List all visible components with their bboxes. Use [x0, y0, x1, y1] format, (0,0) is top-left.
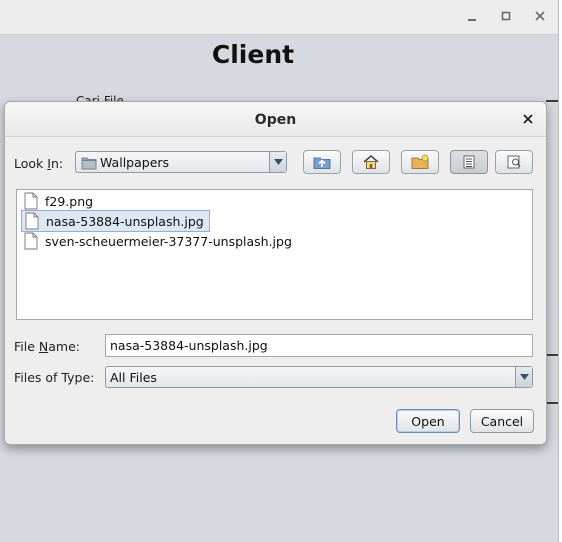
file-icon — [25, 212, 39, 230]
folder-up-icon — [313, 157, 331, 169]
home-icon — [363, 155, 379, 169]
new-folder-icon — [411, 154, 429, 169]
chevron-down-icon[interactable] — [515, 367, 532, 387]
list-view-button[interactable] — [450, 150, 488, 174]
file-type-combo[interactable]: All Files — [105, 366, 533, 388]
minimize-icon[interactable] — [462, 6, 482, 26]
file-icon — [24, 192, 38, 210]
window-titlebar[interactable] — [0, 0, 558, 35]
maximize-icon[interactable] — [496, 6, 516, 26]
close-icon[interactable] — [520, 111, 536, 127]
background-edge — [546, 100, 558, 542]
file-name-label: File Name: — [14, 339, 80, 354]
chevron-down-icon[interactable] — [269, 152, 286, 172]
look-in-label: Look In: — [14, 156, 64, 171]
open-button[interactable]: Open — [396, 409, 460, 433]
list-item[interactable]: sven-scheuermeier-37377-unsplash.jpg — [21, 231, 297, 251]
dialog-titlebar[interactable]: Open — [5, 102, 546, 137]
look-in-value: Wallpapers — [100, 155, 170, 170]
close-icon[interactable] — [530, 6, 550, 26]
home-button[interactable] — [352, 150, 390, 174]
file-type-value: All Files — [110, 370, 157, 385]
file-type-label: Files of Type: — [14, 370, 95, 385]
dialog-title: Open — [254, 112, 297, 128]
details-view-button[interactable] — [495, 150, 533, 174]
list-view-icon — [463, 155, 475, 169]
list-item[interactable]: nasa-53884-unsplash.jpg — [21, 210, 210, 232]
list-item[interactable]: f29.png — [21, 191, 98, 211]
up-one-level-button[interactable] — [303, 150, 341, 174]
file-icon — [24, 232, 38, 250]
details-view-icon — [507, 155, 521, 169]
folder-icon — [81, 155, 97, 174]
page-title: Client — [211, 40, 295, 69]
look-in-combo[interactable]: Wallpapers — [75, 151, 287, 173]
new-folder-button[interactable] — [401, 150, 439, 174]
file-list[interactable]: f29.png nasa-53884-unsplash.jpg sven-sch… — [16, 189, 533, 320]
file-name-field[interactable] — [105, 334, 533, 357]
open-file-dialog: Open Look In: Wallpapers f29.png nasa-53… — [4, 101, 547, 445]
cancel-button[interactable]: Cancel — [470, 409, 534, 433]
